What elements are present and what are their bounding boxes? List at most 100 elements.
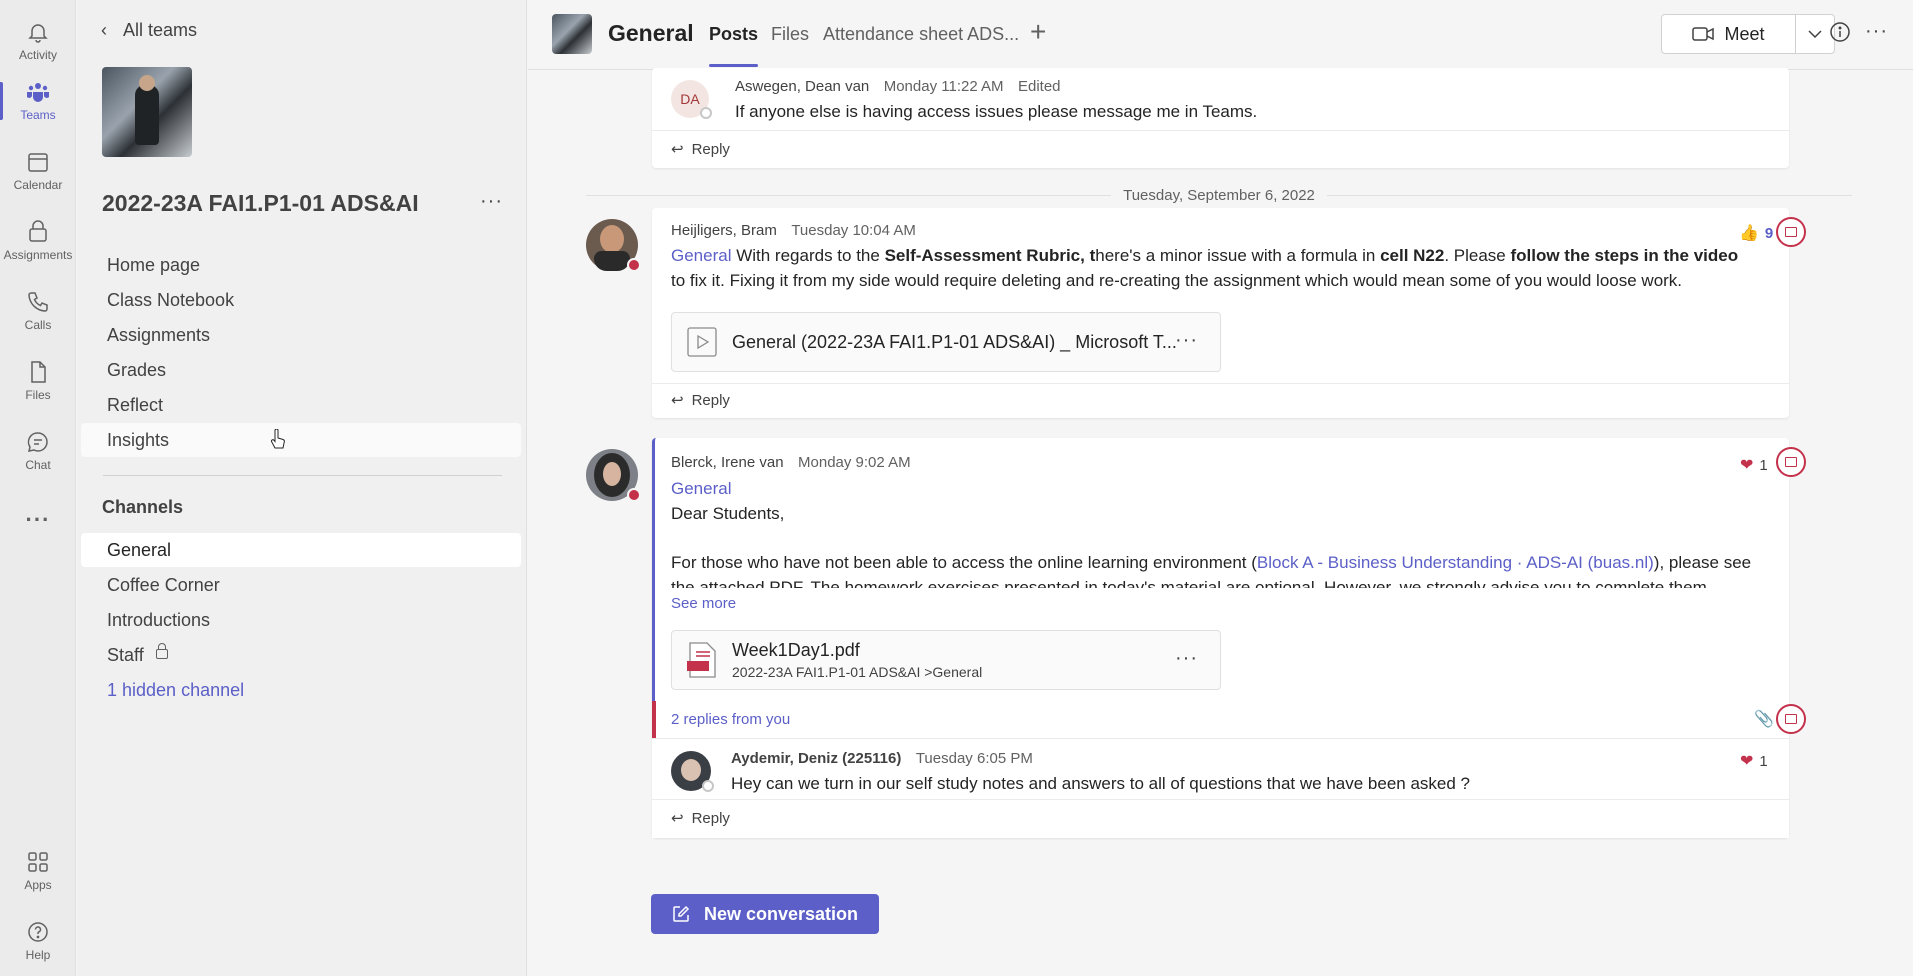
reply-header: Aydemir, Deniz (225116) Tuesday 6:05 PM [731,750,1033,768]
channel-mention[interactable]: General [671,246,731,265]
rail-calendar[interactable]: Calendar [0,140,76,202]
rail-more[interactable]: ··· [0,490,76,550]
rail-assignments[interactable]: Assignments [0,210,76,272]
card-separator [652,130,1789,131]
bell-icon [28,24,48,43]
add-tab-button[interactable]: + [1030,16,1046,48]
reply-author[interactable]: Aydemir, Deniz (225116) [731,750,901,767]
like-reaction[interactable]: 👍 9 [1739,223,1773,243]
replies-summary-link[interactable]: 2 replies from you [671,711,790,728]
new-conversation-button[interactable]: New conversation [651,894,879,934]
see-more-link[interactable]: See more [671,595,736,612]
rail-calls[interactable]: Calls [0,280,76,342]
pdf-attachment[interactable]: Week1Day1.pdf 2022-23A FAI1.P1-01 ADS&AI… [671,630,1221,690]
hidden-channels-link[interactable]: 1 hidden channel [81,673,521,707]
team-more-button[interactable]: ··· [480,190,503,213]
post-card: Heijligers, Bram Tuesday 10:04 AM Genera… [652,208,1789,418]
team-sidebar: ‹ All teams 2022-23A FAI1.P1-01 ADS&AI ·… [77,0,527,976]
post-author[interactable]: Blerck, Irene van [671,454,784,471]
attachment-more-button[interactable]: ··· [1175,329,1198,352]
nav-class-notebook[interactable]: Class Notebook [81,283,521,317]
heart-icon: ❤ [1740,457,1754,474]
channel-general[interactable]: General [81,533,521,567]
chevron-down-icon [1808,30,1822,38]
rail-teams[interactable]: Teams [0,70,76,132]
sidebar-divider [103,475,502,476]
avatar[interactable] [671,751,714,792]
presence-away-icon [702,780,714,792]
attachment-title: General (2022-23A FAI1.P1-01 ADS&AI) _ M… [732,331,1177,352]
all-teams-link[interactable]: ‹ All teams [101,20,197,41]
nav-reflect[interactable]: Reflect [81,388,521,422]
header-more-button[interactable]: ··· [1865,20,1888,43]
post-time: Monday 9:02 AM [798,454,911,471]
flag-icon[interactable] [1776,447,1806,477]
video-camera-icon [1692,27,1715,41]
team-name: 2022-23A FAI1.P1-01 ADS&AI [102,190,419,216]
avatar[interactable] [586,449,641,502]
tab-posts[interactable]: Posts [709,24,759,67]
heart-reaction[interactable]: ❤ 1 [1740,751,1768,771]
tab-files[interactable]: Files [771,24,809,45]
avatar[interactable] [586,219,641,272]
nav-assignments[interactable]: Assignments [81,318,521,352]
team-avatar [102,67,192,157]
channel-header: General Posts Files Attendance sheet ADS… [528,0,1913,70]
nav-home-page[interactable]: Home page [81,248,521,282]
channel-introductions[interactable]: Introductions [81,603,521,637]
post-message: If anyone else is having access issues p… [735,102,1258,121]
post-card: Blerck, Irene van Monday 9:02 AM General… [652,438,1789,838]
rail-apps[interactable]: Apps [0,840,76,902]
reply-time: Tuesday 6:05 PM [915,750,1033,767]
channel-staff[interactable]: Staff [81,638,521,672]
reply-arrow-icon: ↩ [671,810,684,827]
unread-bar [652,701,656,738]
reply-arrow-icon: ↩ [671,392,684,409]
date-separator: Tuesday, September 6, 2022 [586,187,1852,204]
file-icon [31,361,46,383]
card-separator [652,738,1789,739]
channel-avatar [552,14,592,54]
post-author[interactable]: Aswegen, Dean van [735,78,869,95]
card-separator [652,799,1789,800]
nav-grades[interactable]: Grades [81,353,521,387]
heart-reaction[interactable]: ❤ 1 [1740,455,1768,475]
more-icon: ··· [25,507,51,532]
rail-files[interactable]: Files [0,350,76,412]
meet-button[interactable]: Meet [1661,14,1796,54]
rail-chat[interactable]: Chat [0,420,76,482]
assignments-icon [29,220,47,242]
channel-coffee-corner[interactable]: Coffee Corner [81,568,521,602]
post-message: General With regards to the Self-Assessm… [671,246,1739,290]
post-author[interactable]: Heijligers, Bram [671,222,777,239]
post-time: Tuesday 10:04 AM [791,222,916,239]
channel-mention[interactable]: General [671,476,1771,501]
reply-button[interactable]: ↩ Reply [671,140,730,159]
reply-message: Hey can we turn in our self study notes … [731,774,1470,793]
post-header: Heijligers, Bram Tuesday 10:04 AM [671,222,916,240]
attachment-more-button[interactable]: ··· [1175,647,1198,670]
flag-icon[interactable] [1776,217,1806,247]
reply-button[interactable]: ↩ Reply [671,809,730,828]
reply-button[interactable]: ↩ Reply [671,391,730,410]
channel-main: General Posts Files Attendance sheet ADS… [270,0,1913,976]
post-header: Aswegen, Dean van Monday 11:22 AM Edited [735,78,1061,96]
attachment-info: Week1Day1.pdf 2022-23A FAI1.P1-01 ADS&AI… [732,640,982,680]
body-link[interactable]: Block A - Business Understanding · ADS-A… [1257,553,1654,572]
rail-activity[interactable]: Activity [0,10,76,72]
chevron-left-icon: ‹ [101,20,107,40]
info-icon [1830,22,1850,42]
channel-info-button[interactable] [1828,20,1858,50]
post-card: DA Aswegen, Dean van Monday 11:22 AM Edi… [652,68,1789,168]
avatar[interactable]: DA [671,80,712,119]
tab-attendance-sheet[interactable]: Attendance sheet ADS... [823,24,1019,45]
nav-insights[interactable]: Insights [81,423,521,457]
flag-icon[interactable] [1776,704,1806,734]
phone-icon [28,292,48,312]
post-header: Blerck, Irene van Monday 9:02 AM [671,454,911,472]
video-file-icon [687,327,717,357]
rail-help[interactable]: Help [0,910,76,972]
video-attachment[interactable]: General (2022-23A FAI1.P1-01 ADS&AI) _ M… [671,312,1221,372]
teams-icon [27,83,49,102]
lock-icon [155,643,168,659]
